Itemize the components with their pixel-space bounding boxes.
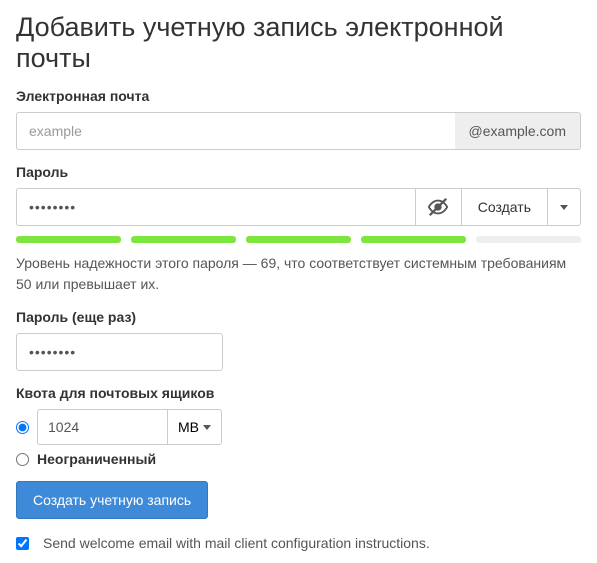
password-visibility-toggle[interactable] — [415, 188, 461, 226]
page-title: Добавить учетную запись электронной почт… — [16, 12, 581, 74]
password-generate-button[interactable]: Создать — [461, 188, 547, 226]
email-domain-addon: @example.com — [455, 112, 581, 150]
strength-segment — [131, 236, 236, 243]
password-strength-text: Уровень надежности этого пароля — 69, чт… — [16, 253, 581, 295]
quota-unit-select[interactable]: MB — [167, 409, 222, 445]
email-input[interactable] — [16, 112, 455, 150]
email-label: Электронная почта — [16, 88, 581, 104]
quota-input[interactable] — [37, 409, 167, 445]
eye-off-icon — [427, 196, 449, 218]
quota-group: Квота для почтовых ящиков MB Неограничен… — [16, 385, 581, 467]
caret-down-icon — [560, 205, 568, 210]
password-confirm-input[interactable] — [16, 333, 223, 371]
password-input[interactable] — [16, 188, 415, 226]
password-confirm-label: Пароль (еще раз) — [16, 309, 581, 325]
welcome-email-row: Send welcome email with mail client conf… — [16, 535, 581, 551]
quota-radio-unlimited[interactable] — [16, 453, 29, 466]
caret-down-icon — [203, 425, 211, 430]
quota-unlimited-label: Неограниченный — [37, 451, 156, 467]
password-group: Пароль Создать Уровень надежности этого … — [16, 164, 581, 295]
password-label: Пароль — [16, 164, 581, 180]
welcome-email-label: Send welcome email with mail client conf… — [43, 535, 430, 551]
strength-segment — [16, 236, 121, 243]
create-account-button[interactable]: Создать учетную запись — [16, 481, 208, 519]
strength-segment — [361, 236, 466, 243]
email-group: Электронная почта @example.com — [16, 88, 581, 150]
quota-label: Квота для почтовых ящиков — [16, 385, 581, 401]
strength-segment — [476, 236, 581, 243]
quota-radio-limited[interactable] — [16, 421, 29, 434]
strength-segment — [246, 236, 351, 243]
password-strength-meter — [16, 236, 581, 243]
quota-unit-label: MB — [178, 419, 199, 435]
password-confirm-group: Пароль (еще раз) — [16, 309, 581, 371]
password-generate-dropdown[interactable] — [547, 188, 581, 226]
